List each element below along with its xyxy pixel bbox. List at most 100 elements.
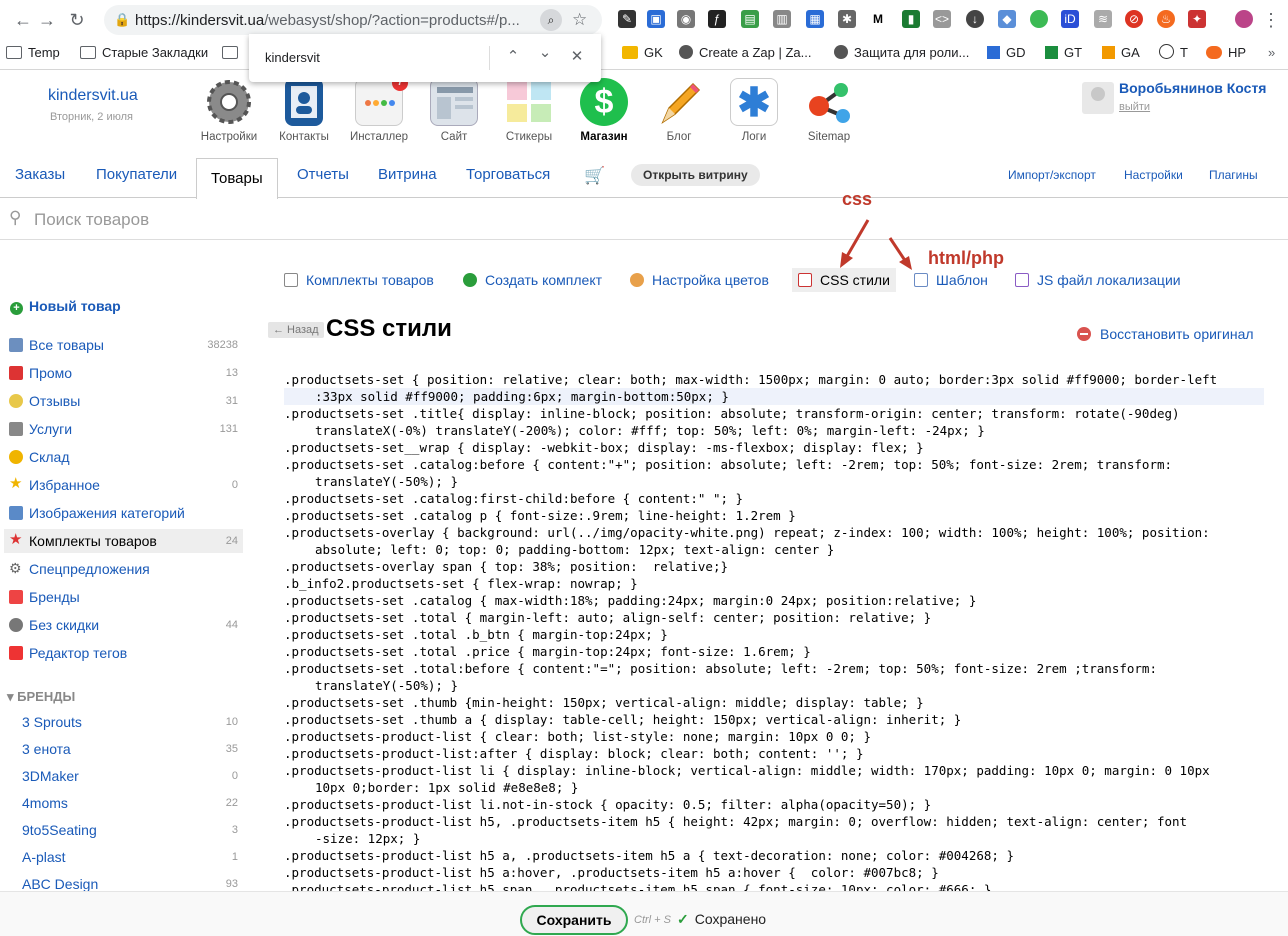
- bookmark-gd[interactable]: GD: [987, 44, 1026, 62]
- tab-orders[interactable]: Заказы: [15, 166, 65, 183]
- extension-calendar-icon[interactable]: ▦: [806, 10, 824, 28]
- forward-arrow-icon[interactable]: →: [36, 9, 58, 31]
- css-code-editor[interactable]: .productsets-set { position: relative; c…: [284, 371, 1264, 891]
- logout-link[interactable]: выйти: [1119, 101, 1150, 113]
- app-stickers[interactable]: Стикеры: [494, 78, 564, 143]
- brand-item[interactable]: 4moms 22: [22, 792, 243, 814]
- bookmark-folder-hidden[interactable]: [222, 44, 244, 62]
- brand-item[interactable]: 3 енота 35: [22, 738, 243, 760]
- product-search[interactable]: ⚲ Поиск товаров: [0, 200, 1288, 240]
- sidebar-item-category-images[interactable]: Изображения категорий: [4, 501, 243, 525]
- profile-avatar-icon[interactable]: [1235, 10, 1253, 28]
- extension-gear-icon[interactable]: ✱: [838, 10, 856, 28]
- tab-reports[interactable]: Отчеты: [297, 166, 349, 183]
- app-blog[interactable]: Блог: [644, 78, 714, 143]
- bookmark-temp[interactable]: Temp: [6, 44, 60, 62]
- extension-function-icon[interactable]: ƒ: [708, 10, 726, 28]
- back-button[interactable]: ← Назад: [268, 322, 324, 338]
- app-site[interactable]: Сайт: [419, 78, 489, 143]
- bookmark-hp[interactable]: HP: [1206, 44, 1246, 62]
- subnav-js-localization[interactable]: JS файл локализации: [1015, 270, 1181, 290]
- brand-item[interactable]: 9to5Seating 3: [22, 819, 243, 841]
- cart-icon[interactable]: 🛒: [584, 166, 605, 186]
- open-storefront-button[interactable]: Открыть витрину: [631, 164, 760, 186]
- sidebar-item-brands[interactable]: Бренды: [4, 585, 243, 609]
- brand-item[interactable]: 3DMaker 0: [22, 765, 243, 787]
- app-shop[interactable]: $ Магазин: [569, 78, 639, 143]
- sidebar-item-product-sets[interactable]: ★ Комплекты товаров 24: [4, 529, 243, 553]
- extension-id-icon[interactable]: iD: [1061, 10, 1079, 28]
- brand-item[interactable]: 3 Sprouts 10: [22, 711, 243, 733]
- sidebar-item-all-products[interactable]: Все товары 38238: [4, 333, 243, 357]
- restore-original-link[interactable]: Восстановить оригинал: [1077, 326, 1254, 342]
- plugins-link[interactable]: Плагины: [1209, 168, 1258, 182]
- products-icon: [9, 338, 23, 352]
- sidebar-item-special-offers[interactable]: ⚙ Спецпредложения: [4, 557, 243, 581]
- extension-print-icon[interactable]: ▤: [741, 10, 759, 28]
- extension-rss-icon[interactable]: ≋: [1094, 10, 1112, 28]
- sidebar-item-tag-editor[interactable]: Редактор тегов: [4, 641, 243, 665]
- user-name[interactable]: Воробьянинов Костя: [1119, 80, 1266, 96]
- brands-section-header[interactable]: ▾ БРЕНДЫ: [7, 689, 75, 705]
- find-in-page-icon[interactable]: ⌕: [540, 9, 562, 31]
- brand-item[interactable]: A-plast 1: [22, 846, 243, 868]
- subnav-template[interactable]: Шаблон: [914, 270, 988, 290]
- bookmark-t[interactable]: T: [1159, 44, 1188, 62]
- import-export-link[interactable]: Импорт/экспорт: [1008, 168, 1096, 182]
- browser-menu-icon[interactable]: ⋮: [1260, 9, 1282, 31]
- find-next-icon[interactable]: ⌄: [535, 43, 555, 61]
- subnav-product-sets[interactable]: Комплекты товаров: [284, 270, 434, 290]
- bookmark-protect[interactable]: Защита для роли...: [834, 44, 969, 62]
- extension-camera-icon[interactable]: ◉: [677, 10, 695, 28]
- extension-code-icon[interactable]: ▣: [647, 10, 665, 28]
- extension-shield-icon[interactable]: ◆: [998, 10, 1016, 28]
- tab-customers[interactable]: Покупатели: [96, 166, 177, 183]
- bookmark-star-icon[interactable]: ☆: [572, 10, 587, 30]
- user-avatar[interactable]: [1082, 82, 1114, 114]
- tab-products[interactable]: Товары: [196, 158, 278, 199]
- tab-marketing[interactable]: Торговаться: [466, 166, 550, 183]
- app-sitemap[interactable]: Sitemap: [794, 78, 864, 143]
- find-close-icon[interactable]: ✕: [567, 47, 587, 65]
- app-contacts[interactable]: Контакты: [269, 78, 339, 143]
- subnav-colors[interactable]: Настройка цветов: [630, 270, 769, 290]
- extension-green-icon[interactable]: ▮: [902, 10, 920, 28]
- bookmark-gk[interactable]: GK: [622, 44, 663, 62]
- extension-circle-icon[interactable]: [1030, 10, 1048, 28]
- app-installer[interactable]: 7 Инсталлер: [344, 75, 414, 143]
- extension-fire-icon[interactable]: ♨: [1157, 10, 1175, 28]
- find-input[interactable]: kindersvit: [265, 50, 320, 65]
- settings-link[interactable]: Настройки: [1124, 168, 1183, 182]
- app-label: Sitemap: [807, 131, 851, 143]
- bookmark-old[interactable]: Старые Закладки: [80, 44, 208, 62]
- tab-storefront[interactable]: Витрина: [378, 166, 437, 183]
- save-button[interactable]: Сохранить: [520, 905, 628, 935]
- bookmark-gt[interactable]: GT: [1045, 44, 1082, 62]
- extension-download-icon[interactable]: ↓: [966, 10, 984, 28]
- sidebar-item-no-discount[interactable]: Без скидки 44: [4, 613, 243, 637]
- extension-pin-icon[interactable]: ✦: [1188, 10, 1206, 28]
- extension-brackets-icon[interactable]: <>: [933, 10, 951, 28]
- find-prev-icon[interactable]: ⌃: [503, 47, 523, 65]
- bookmark-ga[interactable]: GA: [1102, 44, 1140, 62]
- back-arrow-icon[interactable]: ←: [12, 9, 34, 31]
- reload-icon[interactable]: ↻: [66, 9, 88, 31]
- subnav-css-styles[interactable]: CSS стили: [792, 268, 896, 292]
- sidebar-item-favorites[interactable]: ★ Избранное 0: [4, 473, 243, 497]
- sidebar-item-promo[interactable]: Промо 13: [4, 361, 243, 385]
- store-brand-link[interactable]: kindersvit.ua: [48, 87, 138, 105]
- extension-pen-icon[interactable]: ✎: [618, 10, 636, 28]
- sidebar-item-reviews[interactable]: Отзывы 31: [4, 389, 243, 413]
- subnav-create-set[interactable]: Создать комплект: [463, 270, 602, 290]
- extension-m-icon[interactable]: M: [869, 10, 887, 28]
- sidebar-item-services[interactable]: Услуги 131: [4, 417, 243, 441]
- address-bar[interactable]: 🔒 https://kindersvit.ua/webasyst/shop/?a…: [104, 5, 602, 35]
- bookmark-zap[interactable]: Create a Zap | Za...: [679, 44, 811, 62]
- more-bookmarks-icon[interactable]: »: [1268, 44, 1275, 62]
- app-settings[interactable]: Настройки: [194, 78, 264, 143]
- extension-block-icon[interactable]: ⊘: [1125, 10, 1143, 28]
- extension-panels-icon[interactable]: ▥: [773, 10, 791, 28]
- app-logs[interactable]: ✱ Логи: [719, 78, 789, 143]
- sidebar-item-stock[interactable]: Склад: [4, 445, 243, 469]
- new-product-link[interactable]: + Новый товар: [10, 298, 121, 315]
